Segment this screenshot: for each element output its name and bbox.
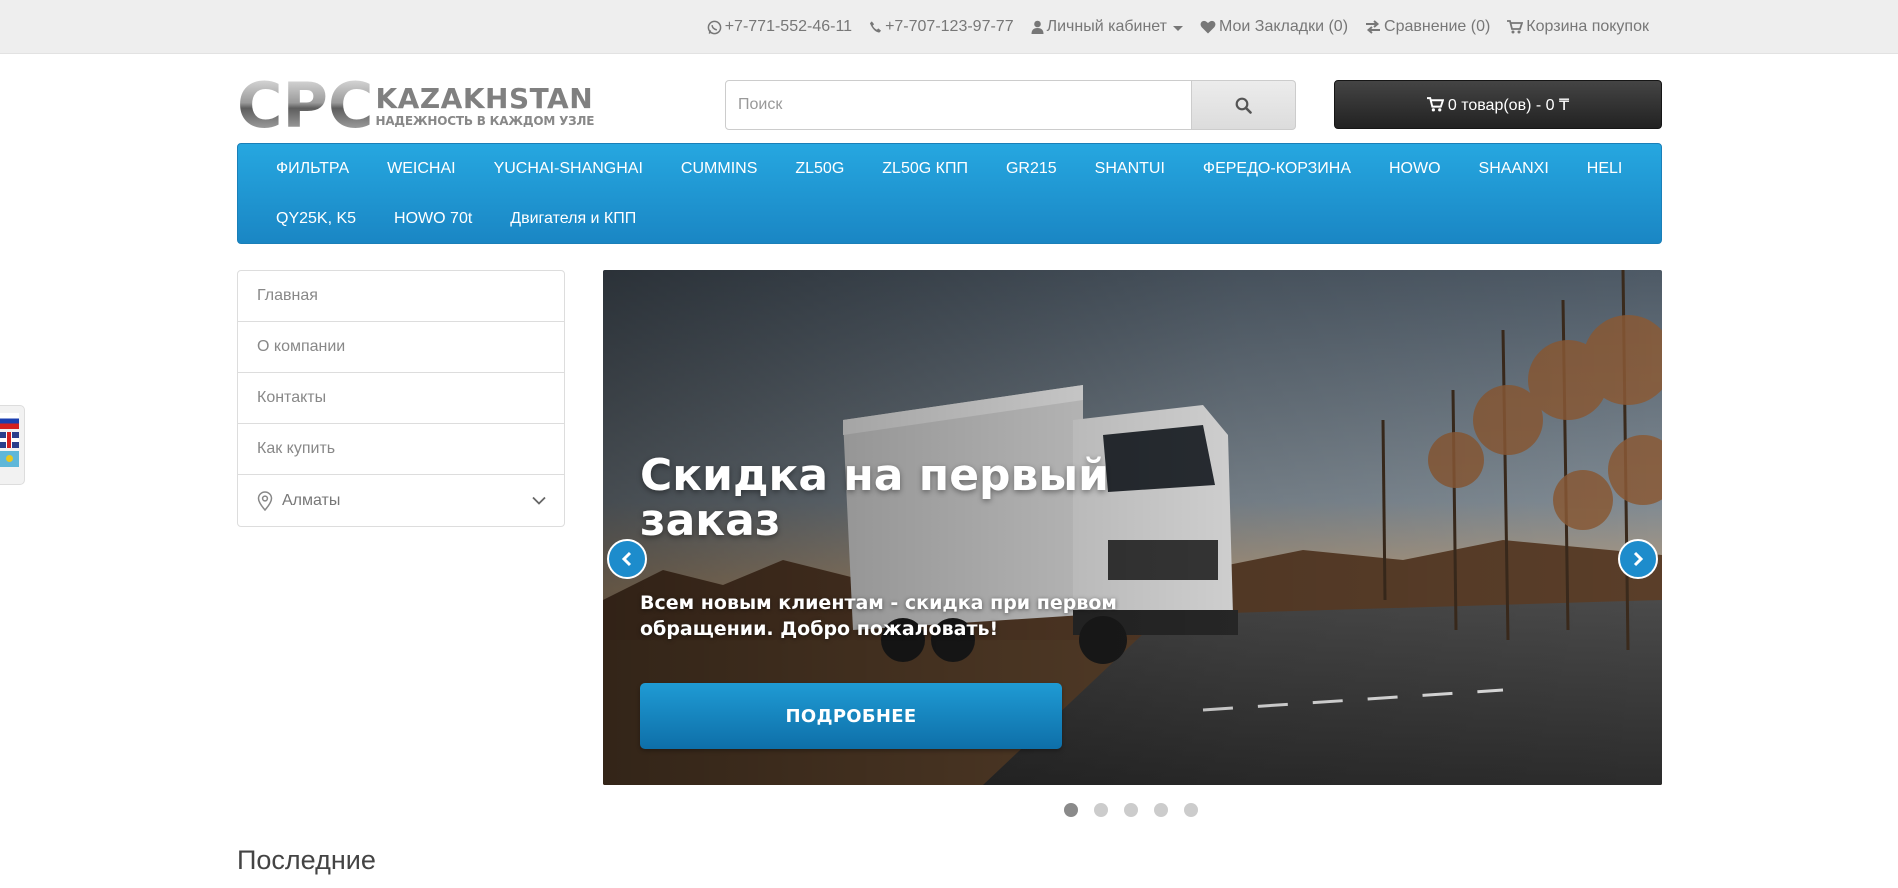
chevron-down-icon <box>1172 25 1183 31</box>
account-dropdown[interactable]: Личный кабинет <box>1031 18 1183 36</box>
search-bar <box>725 80 1296 130</box>
whatsapp-icon <box>707 20 722 34</box>
site-logo[interactable]: C P C KAZAKHSTAN НАДЕЖНОСТЬ В КАЖДОМ УЗЛ… <box>237 69 613 142</box>
menu-item-howo-70t[interactable]: HOWO 70t <box>375 210 491 228</box>
sidebar-item-about[interactable]: О компании <box>238 322 564 373</box>
logo-tagline: НАДЕЖНОСТЬ В КАЖДОМ УЗЛЕ <box>375 113 595 128</box>
logo-text: KAZAKHSTAN НАДЕЖНОСТЬ В КАЖДОМ УЗЛЕ <box>375 81 595 128</box>
slider-dot-3[interactable] <box>1124 803 1138 817</box>
user-icon <box>1031 20 1044 34</box>
account-label: Личный кабинет <box>1046 18 1167 35</box>
chevron-down-icon <box>532 496 546 505</box>
menu-item-engines[interactable]: Двигателя и КПП <box>491 210 655 228</box>
hero-slider: Скидка на первый заказ Всем новым клиент… <box>603 270 1662 785</box>
city-selector[interactable]: Алматы <box>238 475 564 526</box>
chevron-right-icon <box>1633 551 1644 567</box>
search-button[interactable] <box>1192 80 1296 130</box>
logo-mark: C P C <box>237 69 373 142</box>
latest-section-title: Последние <box>237 845 376 875</box>
slider-dot-2[interactable] <box>1094 803 1108 817</box>
slide-more-button[interactable]: ПОДРОБНЕЕ <box>640 683 1062 749</box>
cart-link[interactable]: Корзина покупок <box>1507 18 1649 36</box>
shopping-cart-icon <box>1507 20 1524 34</box>
menu-item-zl50g-kpp[interactable]: ZL50G КПП <box>863 160 987 178</box>
slider-pagination <box>1064 803 1198 817</box>
sidebar: Главная О компании Контакты Как купить А… <box>237 270 565 527</box>
cart-label: Корзина покупок <box>1526 18 1649 35</box>
compare-link[interactable]: Сравнение (0) <box>1365 18 1490 36</box>
wishlist-label: Мои Закладки (0) <box>1218 18 1349 35</box>
slide-title: Скидка на первый заказ <box>640 450 1110 546</box>
whatsapp-phone-link[interactable]: +7-771-552-46-11 <box>707 18 852 36</box>
slider-dot-1[interactable] <box>1064 803 1078 817</box>
sidebar-item-home[interactable]: Главная <box>238 271 564 322</box>
logo-letter-c1: C <box>237 69 282 142</box>
phone-icon <box>869 21 882 33</box>
flag-ru-icon[interactable] <box>0 413 19 429</box>
menu-item-howo[interactable]: HOWO <box>1370 160 1460 178</box>
sidebar-item-how-to-buy[interactable]: Как купить <box>238 424 564 475</box>
city-label: Алматы <box>282 491 341 509</box>
heart-icon <box>1200 20 1216 34</box>
flag-en-icon[interactable] <box>0 432 19 448</box>
top-links: +7-771-552-46-11 +7-707-123-97-77 Личный… <box>690 0 1649 54</box>
cart-total-button[interactable]: 0 товар(ов) - 0 ₸ <box>1334 80 1662 129</box>
wishlist-link[interactable]: Мои Закладки (0) <box>1200 18 1348 36</box>
search-input[interactable] <box>725 80 1192 130</box>
menu-item-zl50g[interactable]: ZL50G <box>776 160 863 178</box>
menu-item-cummins[interactable]: CUMMINS <box>662 160 776 178</box>
menu-item-filters[interactable]: ФИЛЬТРА <box>257 160 368 178</box>
category-menu: ФИЛЬТРА WEICHAI YUCHAI-SHANGHAI CUMMINS … <box>237 143 1662 244</box>
slide-text: Всем новым клиентам - скидка при первом … <box>640 592 1117 640</box>
cart-total-label: 0 товар(ов) - 0 ₸ <box>1447 96 1570 114</box>
search-icon <box>1235 97 1252 114</box>
flag-kz-icon[interactable] <box>0 451 19 467</box>
compare-label: Сравнение (0) <box>1384 18 1491 35</box>
chevron-left-icon <box>621 551 632 567</box>
language-switcher <box>0 405 25 485</box>
menu-item-weichai[interactable]: WEICHAI <box>368 160 474 178</box>
slider-next-button[interactable] <box>1618 539 1658 579</box>
logo-letter-p: P <box>282 69 328 142</box>
sidebar-item-contacts[interactable]: Контакты <box>238 373 564 424</box>
slider-prev-button[interactable] <box>607 539 647 579</box>
logo-letter-c2: C <box>327 69 373 142</box>
phone1-text: +7-771-552-46-11 <box>724 18 853 35</box>
shopping-cart-icon <box>1426 97 1444 112</box>
menu-row-2: QY25K, K5 HOWO 70t Двигателя и КПП <box>257 194 1642 244</box>
menu-row-1: ФИЛЬТРА WEICHAI YUCHAI-SHANGHAI CUMMINS … <box>257 144 1642 194</box>
phone-link[interactable]: +7-707-123-97-77 <box>869 18 1014 36</box>
menu-item-feredo[interactable]: ФЕРЕДО-КОРЗИНА <box>1184 160 1370 178</box>
phone2-text: +7-707-123-97-77 <box>885 18 1014 35</box>
map-pin-icon <box>257 490 273 511</box>
slider-dot-4[interactable] <box>1154 803 1168 817</box>
slider-dot-5[interactable] <box>1184 803 1198 817</box>
menu-item-heli[interactable]: HELI <box>1568 160 1642 178</box>
menu-item-shaanxi[interactable]: SHAANXI <box>1460 160 1568 178</box>
logo-brand: KAZAKHSTAN <box>375 81 594 115</box>
menu-item-shantui[interactable]: SHANTUI <box>1076 160 1184 178</box>
menu-item-qy25k[interactable]: QY25K, K5 <box>257 210 375 228</box>
exchange-icon <box>1366 20 1381 34</box>
top-bar: +7-771-552-46-11 +7-707-123-97-77 Личный… <box>0 0 1898 54</box>
menu-item-yuchai[interactable]: YUCHAI-SHANGHAI <box>475 160 662 178</box>
menu-item-gr215[interactable]: GR215 <box>987 160 1076 178</box>
